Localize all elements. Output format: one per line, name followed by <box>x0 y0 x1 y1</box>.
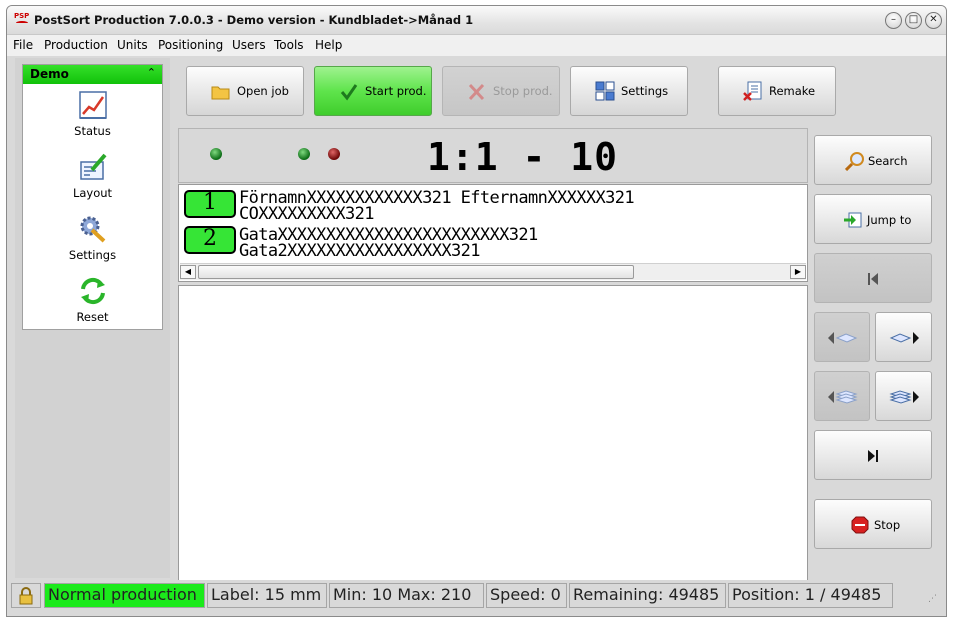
stop-button[interactable]: Stop <box>814 499 932 549</box>
settings-label: Settings <box>621 84 669 98</box>
speed-status: Speed: 0 <box>486 583 567 608</box>
left-pane: Demo ⌃ Status Layout Settings Reset <box>15 58 170 578</box>
scroll-right-arrow-icon[interactable]: ▶ <box>790 265 806 279</box>
label-text-line: Gata2XXXXXXXXXXXXXXXXX321 <box>239 241 480 261</box>
status-led-3 <box>328 148 340 160</box>
remake-button[interactable]: Remake <box>718 66 836 116</box>
nav-label-settings: Settings <box>68 248 117 262</box>
menu-bar: File Production Units Positioning Users … <box>7 35 946 56</box>
x-cross-icon <box>468 83 485 101</box>
menu-users[interactable]: Users <box>232 38 266 52</box>
production-mode-status: Normal production <box>44 583 205 608</box>
menu-production[interactable]: Production <box>44 38 108 52</box>
app-logo-icon: PSP <box>14 12 30 28</box>
open-job-button[interactable]: Open job <box>186 66 304 116</box>
settings-button[interactable]: Settings <box>570 66 688 116</box>
status-led-2 <box>298 148 310 160</box>
stop-prod-label: Stop prod. <box>493 84 553 98</box>
resize-grip-icon[interactable]: ⋰ <box>928 594 940 606</box>
nav-item-reset[interactable]: Reset <box>23 276 162 336</box>
padlock-icon <box>19 587 33 605</box>
jump-to-button[interactable]: Jump to <box>814 194 932 244</box>
previous-bundle-icon <box>828 390 858 404</box>
min-max-status: Min: 10 Max: 210 <box>329 583 484 608</box>
menu-units[interactable]: Units <box>117 38 148 52</box>
gear-wrench-icon <box>80 216 106 243</box>
nav-label-layout: Layout <box>72 186 113 200</box>
previous-label-button[interactable] <box>814 312 870 362</box>
settings-grid-icon <box>595 81 615 101</box>
chart-icon <box>79 91 107 119</box>
label-text-line: COXXXXXXXXX321 <box>239 204 374 224</box>
start-prod-button[interactable]: Start prod. <box>314 66 432 116</box>
position-display: 1:1 - 10 <box>178 128 808 183</box>
status-led-1 <box>210 148 222 160</box>
search-button[interactable]: Search <box>814 135 932 185</box>
stop-label: Stop <box>874 518 901 532</box>
skip-last-icon <box>868 450 878 462</box>
window-title: PostSort Production 7.0.0.3 - Demo versi… <box>34 13 474 27</box>
remake-label: Remake <box>769 84 816 98</box>
nav-group-header[interactable]: Demo ⌃ <box>23 65 162 84</box>
layout-pen-icon <box>80 153 107 180</box>
magnifier-icon <box>845 152 864 171</box>
label-size-status: Label: 15 mm <box>207 583 327 608</box>
main-window: PSP PostSort Production 7.0.0.3 - Demo v… <box>6 5 947 617</box>
checkmark-icon <box>340 84 358 101</box>
app-logo-text: PSP <box>14 12 30 20</box>
nav-label-reset: Reset <box>76 310 109 324</box>
jump-arrow-icon <box>844 212 862 228</box>
jump-to-label: Jump to <box>867 213 912 227</box>
remaining-status: Remaining: 49485 <box>569 583 726 608</box>
search-label: Search <box>868 154 908 168</box>
minimize-button[interactable]: – <box>885 12 902 29</box>
scroll-left-arrow-icon[interactable]: ◀ <box>180 265 196 279</box>
position-status: Position: 1 / 49485 <box>728 583 893 608</box>
next-bundle-icon <box>889 390 919 404</box>
skip-first-icon <box>868 273 878 285</box>
menu-help[interactable]: Help <box>315 38 342 52</box>
stop-sign-icon <box>851 516 869 534</box>
line-number-badge: 1 <box>184 190 236 218</box>
next-label-button[interactable] <box>875 312 932 362</box>
close-button[interactable]: ✕ <box>925 12 942 29</box>
line-number-badge: 2 <box>184 226 236 254</box>
toolbar: Open job Start prod. Stop prod. Settings <box>177 58 943 124</box>
stop-prod-button[interactable]: Stop prod. <box>442 66 560 116</box>
nav-item-settings[interactable]: Settings <box>23 214 162 274</box>
collapse-icon[interactable]: ⌃ <box>147 66 156 79</box>
scroll-thumb[interactable] <box>198 265 634 279</box>
folder-icon <box>211 86 230 100</box>
refresh-icon <box>81 277 105 305</box>
first-record-button[interactable] <box>814 253 932 303</box>
horizontal-scrollbar[interactable]: ◀ ▶ <box>180 263 806 280</box>
start-prod-label: Start prod. <box>365 84 427 98</box>
open-job-label: Open job <box>237 84 289 98</box>
title-bar: PSP PostSort Production 7.0.0.3 - Demo v… <box>7 6 946 35</box>
position-readout: 1:1 - 10 <box>427 135 619 179</box>
nav-item-layout[interactable]: Layout <box>23 152 162 212</box>
lock-icon[interactable] <box>11 583 41 608</box>
previous-label-icon <box>828 332 858 344</box>
menu-file[interactable]: File <box>13 38 33 52</box>
menu-positioning[interactable]: Positioning <box>158 38 223 52</box>
nav-group-title: Demo <box>30 67 69 81</box>
maximize-button[interactable]: □ <box>905 12 922 29</box>
next-label-icon <box>889 332 919 344</box>
nav-label-status: Status <box>74 124 111 138</box>
output-area <box>178 285 808 582</box>
menu-tools[interactable]: Tools <box>274 38 304 52</box>
last-record-button[interactable] <box>814 430 932 480</box>
label-preview: 1 FörnamnXXXXXXXXXXXX321 EfternamnXXXXXX… <box>178 184 808 282</box>
remake-document-icon <box>743 81 762 101</box>
nav-panel: Demo ⌃ Status Layout Settings Reset <box>22 64 163 330</box>
previous-bundle-button[interactable] <box>814 371 870 421</box>
next-bundle-button[interactable] <box>875 371 932 421</box>
nav-item-status[interactable]: Status <box>23 90 162 150</box>
status-bar: Normal production Label: 15 mm Min: 10 M… <box>7 580 946 610</box>
